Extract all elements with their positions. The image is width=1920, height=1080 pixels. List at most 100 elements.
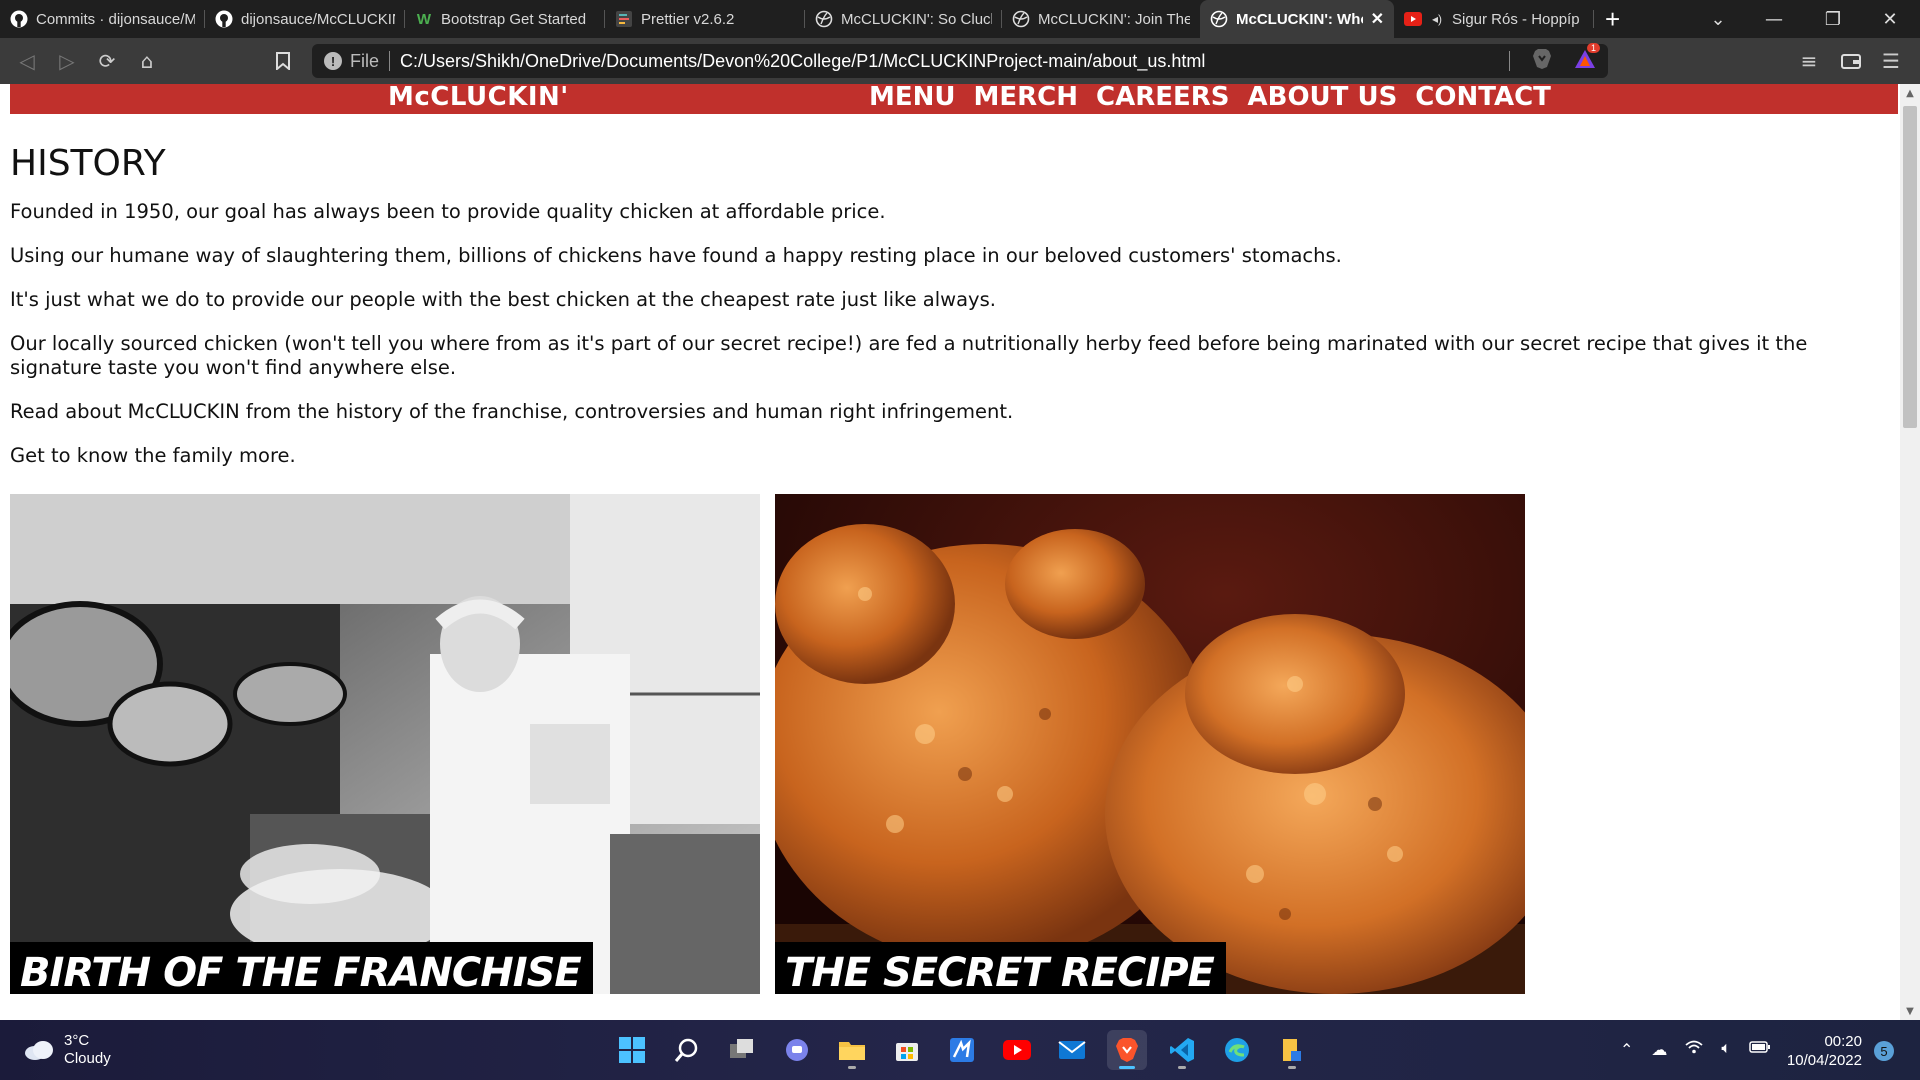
youtube-icon [1404,10,1422,28]
tab-join-the[interactable]: McCLUCKIN': Join The [1002,0,1200,38]
bookmark-icon[interactable] [268,46,298,76]
scroll-up-arrow-icon[interactable]: ▲ [1900,84,1920,102]
site-navbar: McCLUCKIN' MENU MERCH CAREERS ABOUT US C… [10,84,1898,114]
brave-rewards-icon[interactable]: 1 [1574,42,1601,74]
system-tray: ⌃ ☁ 🔈︎ [1620,1040,1771,1060]
browser-toolbar: ◁ ▷ ⟳ ⌂ ! File C:/Users/Shikh/OneDrive/D… [0,38,1920,84]
wallet-icon[interactable] [1836,46,1866,76]
tab-search-chevron-icon[interactable]: ⌄ [1690,0,1746,38]
back-icon[interactable]: ◁ [12,46,42,76]
url-scheme-label: File [350,50,380,71]
franchise-photo [10,494,760,994]
tab-bootstrap[interactable]: W Bootstrap Get Started [405,0,605,38]
card-birth-of-franchise[interactable]: BIRTH OF THE FRANCHISE [10,494,760,994]
youtube-app-icon[interactable] [997,1030,1037,1070]
fried-chicken-photo [775,494,1525,994]
running-indicator [848,1066,856,1069]
card-caption: THE SECRET RECIPE [775,942,1226,994]
brave-browser-icon[interactable] [1107,1030,1147,1070]
tab-who-active[interactable]: McCLUCKIN': Who ✕ [1200,0,1394,38]
address-bar[interactable]: ! File C:/Users/Shikh/OneDrive/Documents… [312,42,1608,78]
tab-title: Prettier v2.6.2 [641,10,735,28]
url-divider [389,51,391,71]
file-explorer-icon[interactable] [832,1030,872,1070]
nav-links: MENU MERCH CAREERS ABOUT US CONTACT [869,84,1551,112]
notification-badge[interactable]: 5 [1874,1041,1894,1061]
tab-title: McCLUCKIN': So Clucki [841,10,992,28]
rewards-badge: 1 [1587,42,1601,53]
task-view-icon[interactable] [722,1030,762,1070]
nav-about-us[interactable]: ABOUT US [1248,84,1398,112]
history-paragraph: Get to know the family more. [10,444,296,467]
minimize-button[interactable]: — [1746,0,1802,38]
globe-icon [1210,10,1228,28]
file-explorer-2-icon[interactable] [1272,1030,1312,1070]
url-action-divider [1509,51,1510,71]
microsoft-store-icon[interactable] [887,1030,927,1070]
brave-shields-icon[interactable] [1532,48,1552,75]
teams-chat-icon[interactable] [777,1030,817,1070]
onedrive-icon[interactable]: ☁ [1651,1040,1667,1060]
card-caption: BIRTH OF THE FRANCHISE [10,942,593,994]
tab-title: McCLUCKIN': Join The [1038,10,1190,28]
history-paragraph: It's just what we do to provide our peop… [10,288,996,311]
wifi-icon[interactable] [1685,1040,1703,1060]
scrollbar-thumb[interactable] [1903,106,1917,428]
nav-careers[interactable]: CAREERS [1096,84,1230,112]
mail-icon[interactable] [1052,1030,1092,1070]
home-icon[interactable]: ⌂ [132,46,162,76]
history-paragraph: Founded in 1950, our goal has always bee… [10,200,886,223]
running-indicator [1288,1066,1296,1069]
windows-taskbar: 3°C Cloudy ⌃ ☁ 🔈︎ 00:20 10/04/2022 5 [0,1020,1920,1080]
tray-overflow-icon[interactable]: ⌃ [1620,1040,1633,1060]
reload-icon[interactable]: ⟳ [92,46,122,76]
tab-title: McCLUCKIN': Who [1236,10,1363,28]
menu-icon[interactable]: ☰ [1876,46,1906,76]
taskbar-clock[interactable]: 00:20 10/04/2022 [1780,1032,1862,1070]
page-scrollbar[interactable]: ▲ ▼ [1900,84,1920,1020]
history-paragraph: Read about McCLUCKIN from the history of… [10,400,1014,423]
globe-icon [1012,10,1030,28]
battery-icon[interactable] [1749,1040,1771,1060]
edge-icon[interactable] [1217,1030,1257,1070]
tab-title: dijonsauce/McCLUCKIN [241,10,395,28]
weather-widget[interactable]: 3°C Cloudy [24,1032,111,1068]
github-icon [215,10,233,28]
close-tab-icon[interactable]: ✕ [1371,9,1384,29]
history-paragraph: Using our humane way of slaughtering the… [10,244,1342,267]
forward-icon[interactable]: ▷ [52,46,82,76]
start-button[interactable] [612,1030,652,1070]
weather-text: 3°C Cloudy [64,1032,111,1068]
cloud-icon [25,1041,53,1060]
tab-separator [1593,10,1594,28]
nav-contact[interactable]: CONTACT [1415,84,1551,112]
card-secret-recipe[interactable]: THE SECRET RECIPE [775,494,1525,994]
nav-menu[interactable]: MENU [869,84,956,112]
vscode-icon[interactable] [1162,1030,1202,1070]
tab-title: Sigur Rós - Hoppíp [1452,10,1580,28]
clock-time: 00:20 [1824,1033,1862,1050]
w3schools-icon: W [416,10,432,28]
close-window-button[interactable]: ✕ [1862,0,1918,38]
tab-repo[interactable]: dijonsauce/McCLUCKIN [205,0,405,38]
nav-merch[interactable]: MERCH [974,84,1079,112]
prettier-icon [615,10,633,28]
restore-button[interactable]: ❐ [1805,0,1861,38]
tab-prettier[interactable]: Prettier v2.6.2 [605,0,805,38]
globe-icon [815,10,833,28]
playlist-icon[interactable]: ≡ [1794,46,1824,76]
tab-so-clucking[interactable]: McCLUCKIN': So Clucki [805,0,1002,38]
taskbar-apps [612,1030,1312,1070]
tab-title: Commits · dijonsauce/M [36,10,195,28]
url-text[interactable]: C:/Users/Shikh/OneDrive/Documents/Devon%… [400,51,1205,72]
new-tab-button[interactable]: + [1605,4,1620,35]
speaker-icon[interactable]: ◂) [1430,10,1444,28]
site-brand-logo[interactable]: McCLUCKIN' [388,84,569,112]
tab-youtube[interactable]: ◂) Sigur Rós - Hoppíp [1394,0,1594,38]
site-info-icon[interactable]: ! [324,52,342,70]
search-icon[interactable] [667,1030,707,1070]
scroll-down-arrow-icon[interactable]: ▼ [1900,1002,1920,1020]
photo-editor-icon[interactable] [942,1030,982,1070]
tab-commits[interactable]: Commits · dijonsauce/M [0,0,205,38]
volume-icon[interactable]: 🔈︎ [1721,1040,1731,1060]
